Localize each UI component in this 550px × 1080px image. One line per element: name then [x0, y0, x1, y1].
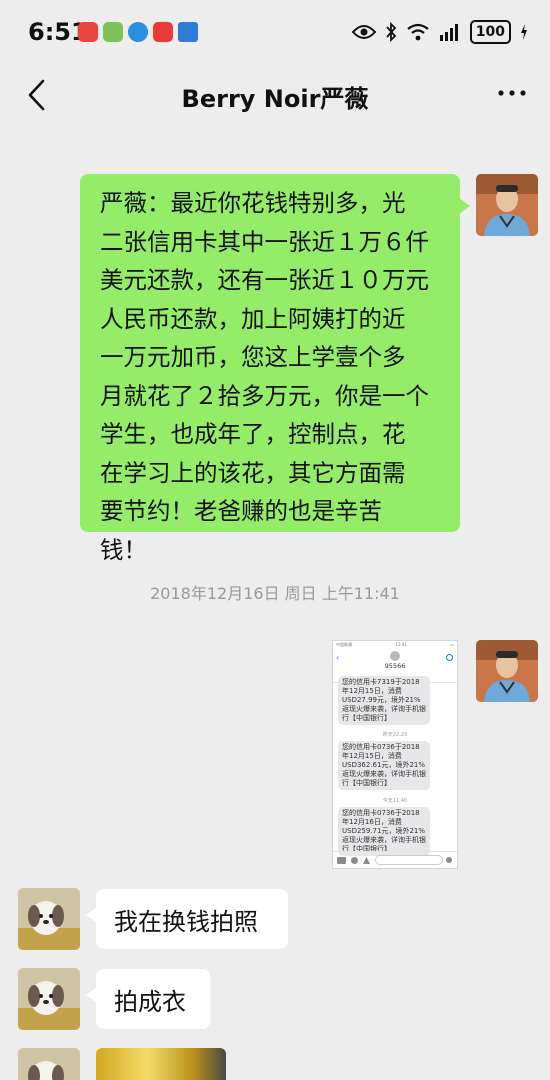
bubble-tail [86, 987, 97, 1003]
avatar-photo [476, 640, 538, 702]
message-line: 月就花了２拾多万元，你是一个 [100, 381, 429, 410]
message-timestamp: 2018年12月16日 周日 上午11:41 [150, 584, 400, 603]
contact-avatar[interactable] [18, 1048, 80, 1080]
avatar-photo [18, 968, 80, 1030]
status-bar: 6:51 100 [0, 0, 550, 62]
battery-level: 100 [469, 20, 511, 44]
sms-day-label: 今天11:40 [382, 798, 408, 804]
eye-icon [351, 25, 376, 39]
charging-icon [521, 24, 527, 40]
sms-screenshot-image[interactable]: 中国联通 11:41 ▭ ‹ 95566 您的信用卡7319于2018年12月1… [332, 640, 458, 869]
camera-icon [337, 857, 346, 864]
avatar-photo [476, 174, 538, 236]
back-icon: ‹ [336, 653, 340, 662]
message-line: 在学习上的该花，其它方面需 [100, 458, 406, 487]
message-text: 拍成衣 [114, 987, 186, 1016]
message-line: 二张信用卡其中一张近１万６仟 [100, 227, 429, 256]
sms-input-bar [333, 851, 457, 868]
notification-app-icon [103, 22, 123, 42]
sms-day-label: 昨天22:23 [382, 732, 408, 738]
contact-icon [390, 651, 400, 661]
bubble-tail [459, 198, 470, 214]
send-icon [446, 857, 452, 863]
avatar-photo [18, 888, 80, 950]
app-store-icon [351, 857, 358, 864]
sms-status-bar: 中国联通 11:41 ▭ [333, 641, 457, 649]
notification-app-icon [153, 22, 173, 42]
audio-icon [363, 857, 370, 864]
message-line: 一万元加币，您这上学壹个多 [100, 343, 406, 371]
sms-sender-number: 95566 [384, 662, 406, 670]
message-line: 钱！ [100, 535, 147, 564]
message-line: 美元还款，还有一张近１０万元 [100, 266, 429, 294]
contact-image-message[interactable] [96, 1048, 226, 1080]
signal-icon [439, 24, 458, 41]
info-icon [446, 654, 453, 661]
wifi-icon [407, 23, 429, 41]
my-message-bubble[interactable]: 严薇：最近你花钱特别多，光 二张信用卡其中一张近１万６仟 美元还款，还有一张近１… [80, 174, 470, 564]
message-line: 学生，也成年了，控制点，花 [100, 420, 406, 448]
bluetooth-icon [386, 22, 397, 42]
message-text: 我在换钱拍照 [114, 907, 258, 936]
sms-battery-icon: ▭ [450, 642, 454, 647]
message-line: 要节约！老爸赚的也是辛苦 [100, 497, 382, 525]
notification-app-icon [178, 22, 198, 42]
contact-message-bubble[interactable]: 我在换钱拍照 [86, 889, 288, 949]
chat-header: Berry Noir严薇 [0, 62, 550, 128]
status-icons: 100 [351, 20, 528, 44]
scrolled-content-fragment [190, 124, 360, 134]
contact-avatar[interactable] [18, 888, 80, 950]
avatar-photo [18, 1048, 80, 1080]
more-dots-icon[interactable] [496, 86, 528, 100]
my-avatar[interactable] [476, 174, 538, 236]
notification-app-icon [128, 22, 148, 42]
bubble-tail [86, 907, 97, 923]
message-line: 严薇：最近你花钱特别多，光 [100, 189, 406, 217]
message-line: 人民币还款，加上阿姨打的近 [100, 304, 406, 333]
contact-avatar[interactable] [18, 968, 80, 1030]
sms-clock: 11:41 [395, 642, 407, 647]
sms-message: 您的信用卡0736于2018年12月15日，消费USD362.61元，境外21%… [338, 741, 430, 790]
notification-app-icon [78, 22, 98, 42]
sms-message: 您的信用卡7319于2018年12月15日，消费USD27.99元，境外21%返… [338, 676, 430, 725]
sms-carrier: 中国联通 [336, 642, 352, 647]
contact-message-bubble[interactable]: 拍成衣 [86, 969, 210, 1029]
chat-title: Berry Noir严薇 [181, 85, 369, 113]
sms-text-field [375, 855, 443, 865]
my-avatar[interactable] [476, 640, 538, 702]
sms-message: 您的信用卡0736于2018年12月16日，消费USD259.71元，境外21%… [338, 807, 430, 856]
